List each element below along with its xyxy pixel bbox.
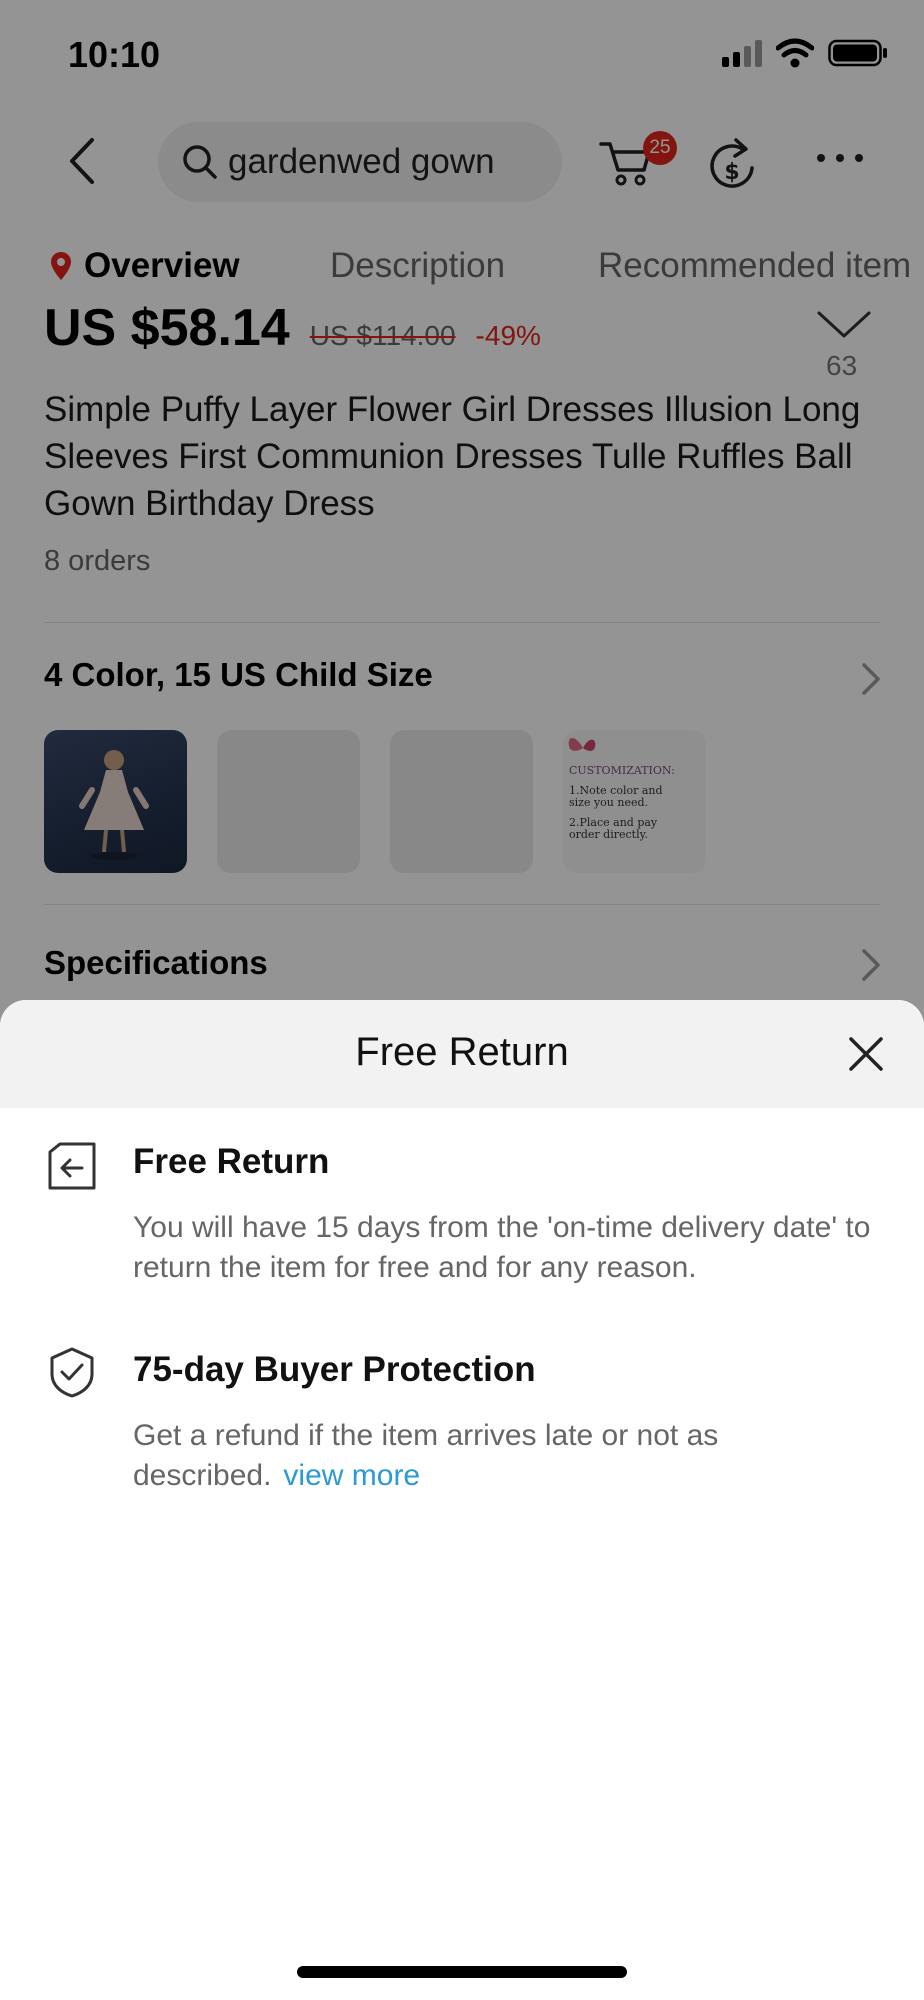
close-icon[interactable] <box>848 1036 884 1072</box>
return-box-icon <box>48 1142 96 1190</box>
buyer-protection-description: Get a refund if the item arrives late or… <box>133 1416 893 1496</box>
view-more-link[interactable]: view more <box>283 1459 420 1492</box>
free-return-description: You will have 15 days from the 'on-time … <box>133 1211 871 1284</box>
sheet-title: Free Return <box>355 1030 569 1074</box>
home-indicator <box>297 1966 627 1978</box>
free-return-title: Free Return <box>133 1142 330 1181</box>
buyer-protection-text: Get a refund if the item arrives late or… <box>133 1419 719 1492</box>
shield-check-icon <box>50 1347 94 1398</box>
free-return-sheet: Free Return Free Return You will have 15… <box>0 1000 924 2000</box>
buyer-protection-title: 75-day Buyer Protection <box>133 1350 536 1389</box>
